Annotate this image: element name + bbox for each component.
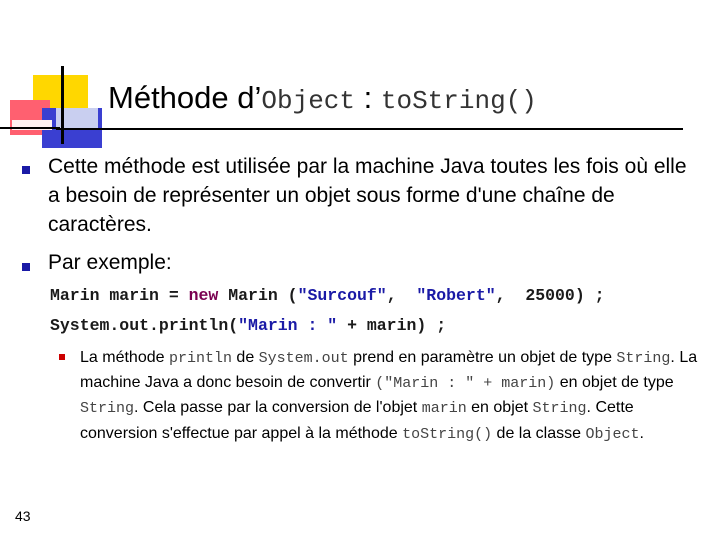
- code-inline: String: [532, 400, 587, 418]
- text: en objet de type: [555, 374, 674, 392]
- bullet-square: [22, 166, 30, 174]
- sub-bullet-square: [59, 354, 65, 360]
- text: La méthode: [80, 349, 169, 366]
- title-prefix: Méthode d’: [108, 80, 262, 115]
- title-class: Object: [261, 86, 356, 116]
- bullet-2-text: Par exemple:: [48, 251, 172, 274]
- decorative-logo: [0, 0, 110, 148]
- title-sep: :: [355, 80, 381, 115]
- text: de la classe: [492, 424, 586, 442]
- title-underline: [56, 128, 683, 130]
- text: .: [639, 424, 644, 442]
- deco-vertical-line: [61, 66, 64, 144]
- page-number: 43: [15, 508, 31, 524]
- code-line-1: Marin marin = new Marin ("Surcouf", "Rob…: [50, 285, 605, 307]
- text: de: [231, 349, 259, 366]
- code-string: "Robert": [416, 286, 496, 305]
- code-inline: println: [168, 350, 232, 367]
- code-token: ,: [386, 286, 417, 305]
- code-inline: String: [616, 350, 671, 367]
- title-method: toString(): [380, 86, 537, 116]
- code-token: System.out.println(: [50, 316, 239, 335]
- slide-title: Méthode d’Object : toString(): [108, 76, 537, 120]
- bullet-1-text: Cette méthode est utilisée par la machin…: [48, 155, 687, 236]
- code-line-2: System.out.println("Marin : " + marin) ;: [50, 315, 446, 337]
- code-inline: marin: [421, 400, 467, 418]
- code-inline: toString(): [402, 425, 493, 443]
- code-token: , 25000) ;: [495, 286, 605, 305]
- code-inline: ("Marin : " + marin): [375, 375, 556, 393]
- code-token: Marin marin =: [50, 286, 189, 305]
- text: . Cela passe par la conversion de l'obje…: [134, 399, 422, 417]
- code-inline: String: [80, 400, 135, 418]
- code-token: Marin (: [218, 286, 298, 305]
- text: prend en paramètre un objet de type: [348, 349, 617, 366]
- code-inline: System.out: [258, 350, 349, 367]
- bullet-square: [22, 263, 30, 271]
- code-string: "Marin : ": [238, 316, 338, 335]
- text: en objet: [466, 399, 533, 417]
- sub-bullet-text: La méthode println de System.out prend e…: [80, 346, 700, 447]
- code-keyword: new: [188, 286, 219, 305]
- code-string: "Surcouf": [297, 286, 387, 305]
- code-token: + marin) ;: [337, 316, 447, 335]
- deco-horizontal-line: [0, 127, 60, 129]
- code-inline: Object: [585, 425, 640, 443]
